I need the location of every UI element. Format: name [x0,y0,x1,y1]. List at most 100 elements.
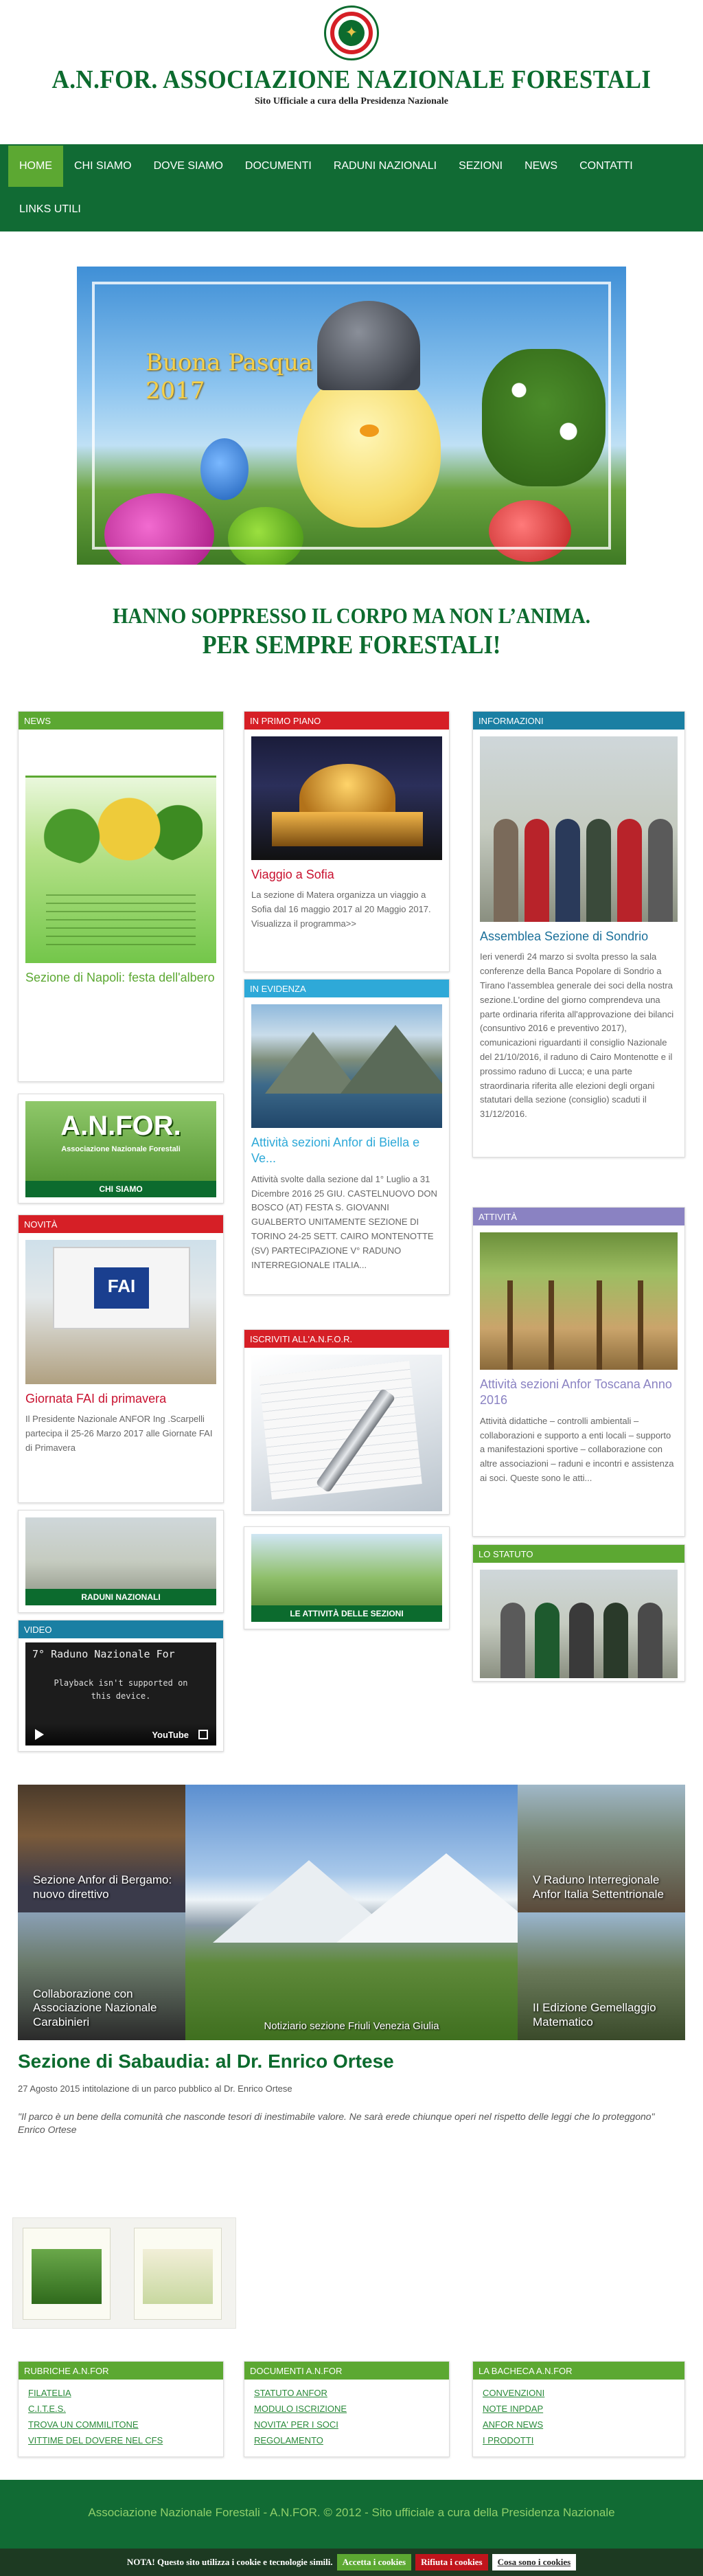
slogan: HANNO SOPPRESSO IL CORPO MA NON L’ANIMA.… [0,603,703,660]
chi-siamo-logo-sub: Associazione Nazionale Forestali [61,1145,181,1153]
nav-item-links-utili: LINKS UTILI [8,188,92,231]
slogan-line1: HANNO SOPPRESSO IL CORPO MA NON L’ANIMA. [113,603,590,628]
footer-link[interactable]: ANFOR NEWS [483,2419,543,2430]
video-message-line2: this device. [91,1691,151,1702]
footer-widget-rubriche: RUBRICHE A.N.FOR FILATELIA C.I.T.E.S. TR… [18,2361,224,2457]
widget-head-statuto: LO STATUTO [473,1545,684,1563]
primo-piano-image[interactable] [251,736,442,860]
nav-item-chi-siamo: CHI SIAMO [63,144,143,188]
gallery-thumb[interactable]: Collaborazione con Associazione Nazional… [18,1912,185,2040]
nav-item-home: HOME [8,144,63,188]
nav-link-contatti[interactable]: CONTATTI [568,146,644,187]
site-title[interactable]: A.N.FOR. ASSOCIAZIONE NAZIONALE FORESTAL… [28,65,675,95]
article-meta: 27 Agosto 2015 intitolazione di un parco… [18,2083,292,2094]
informazioni-title[interactable]: Assemblea Sezione di Sondrio [473,922,684,945]
news-image[interactable] [25,736,216,963]
novita-image[interactable]: FAI [25,1240,216,1384]
informazioni-image[interactable] [480,736,678,922]
attivita-image[interactable] [480,1232,678,1370]
news-title[interactable]: Sezione di Napoli: festa dell'albero [19,963,223,986]
gallery-thumb[interactable]: V Raduno Interregionale Anfor Italia Set… [518,1785,685,1912]
nav-link-news[interactable]: NEWS [514,146,568,187]
nav-link-sezioni[interactable]: SEZIONI [448,146,514,187]
widget-informazioni: INFORMAZIONI Assemblea Sezione di Sondri… [472,711,685,1157]
widget-head-attivita: ATTIVITÀ [473,1208,684,1225]
gallery-thumb-caption: II Edizione Gemellaggio Matematico [533,2001,656,2029]
gallery-main-slide[interactable]: Notiziario sezione Friuli Venezia Giulia [185,1785,556,2040]
footer-widget-head: RUBRICHE A.N.FOR [19,2362,223,2380]
nav-link-home[interactable]: HOME [8,145,63,187]
footer-link[interactable]: C.I.T.E.S. [28,2404,66,2414]
youtube-logo[interactable]: YouTube [152,1730,189,1740]
play-icon[interactable] [35,1729,44,1740]
footer-link[interactable]: TROVA UN COMMILITONE [28,2419,139,2430]
informazioni-text: Ieri venerdì 24 marzo si svolta presso l… [480,951,674,1120]
hero-banner[interactable]: Buona Pasqua 2017 [77,267,626,565]
widget-chi-siamo: A.N.FOR. Associazione Nazionale Forestal… [18,1094,224,1204]
widget-novita: NOVITÀ FAI Giornata FAI di primavera Il … [18,1214,224,1503]
nav-item-dove-siamo: DOVE SIAMO [143,144,234,188]
widget-statuto: LO STATUTO [472,1544,685,1682]
footer-widget-bacheca: LA BACHECA A.N.FOR CONVENZIONI NOTE INPD… [472,2361,685,2457]
chi-siamo-banner[interactable]: A.N.FOR. Associazione Nazionale Forestal… [25,1101,216,1197]
nav-link-chi-siamo[interactable]: CHI SIAMO [63,146,143,187]
footer-widget-documenti: DOCUMENTI A.N.FOR STATUTO ANFOR MODULO I… [244,2361,450,2457]
raduni-caption: RADUNI NAZIONALI [25,1589,216,1605]
video-title[interactable]: 7° Raduno Nazionale For [32,1648,175,1660]
fai-sign: FAI [94,1267,149,1309]
footer-link[interactable]: MODULO ISCRIZIONE [254,2404,347,2414]
nav-item-contatti: CONTATTI [568,144,644,188]
chi-siamo-logo-text: A.N.FOR. [60,1111,181,1141]
footer-link[interactable]: NOTE INPDAP [483,2404,543,2414]
evidenza-title[interactable]: Attività sezioni Anfor di Biella e Ve... [244,1128,449,1167]
anfor-logo-icon[interactable]: ✦ [324,5,379,60]
statuto-image[interactable] [480,1570,678,1678]
flyer-thumbnail[interactable] [134,2228,222,2320]
footer-link[interactable]: NOVITA' PER I SOCI [254,2419,338,2430]
video-player[interactable]: 7° Raduno Nazionale For Playback isn't s… [25,1642,216,1745]
nav-link-documenti[interactable]: DOCUMENTI [234,146,323,187]
flyer-thumbnail[interactable] [23,2228,111,2320]
gallery-thumb[interactable]: II Edizione Gemellaggio Matematico [518,1912,685,2040]
attivita-title[interactable]: Attività sezioni Anfor Toscana Anno 2016 [473,1370,684,1409]
nav-item-sezioni: SEZIONI [448,144,514,188]
primo-piano-title[interactable]: Viaggio a Sofia [244,860,449,883]
evidenza-image[interactable] [251,1004,442,1128]
footer-copyright: Associazione Nazionale Forestali - A.N.F… [88,2506,615,2519]
cookie-bar: NOTA! Questo sito utilizza i cookie e te… [0,2549,703,2576]
accept-cookies-button[interactable]: Accetta i cookies [336,2554,412,2571]
video-message: Playback isn't supported on this device. [25,1677,216,1703]
nav-link-raduni-nazionali[interactable]: RADUNI NAZIONALI [323,146,448,187]
footer-link[interactable]: VITTIME DEL DOVERE NEL CFS [28,2435,163,2445]
site-header: ✦ A.N.FOR. ASSOCIAZIONE NAZIONALE FOREST… [0,0,703,144]
footer-link[interactable]: FILATELIA [28,2388,71,2398]
footer-link[interactable]: REGOLAMENTO [254,2435,323,2445]
widget-iscriviti: ISCRIVITI ALL'A.N.F.O.R. [244,1329,450,1515]
widget-head-news: NEWS [19,712,223,730]
article-title[interactable]: Sezione di Sabaudia: al Dr. Enrico Ortes… [18,2050,685,2072]
iscriviti-image[interactable] [251,1355,442,1511]
footer-link[interactable]: STATUTO ANFOR [254,2388,327,2398]
widget-raduni: RADUNI NAZIONALI [18,1510,224,1613]
main-nav: HOME CHI SIAMO DOVE SIAMO DOCUMENTI RADU… [0,144,703,231]
novita-title[interactable]: Giornata FAI di primavera [19,1384,223,1407]
reject-cookies-button[interactable]: Rifiuta i cookies [415,2554,488,2571]
footer-link[interactable]: I PRODOTTI [483,2435,533,2445]
cookie-info-link[interactable]: Cosa sono i cookies [492,2554,577,2571]
widget-video: VIDEO 7° Raduno Nazionale For Playback i… [18,1620,224,1752]
raduni-banner[interactable]: RADUNI NAZIONALI [25,1517,216,1605]
gallery-thumb[interactable]: Sezione Anfor di Bergamo: nuovo direttiv… [18,1785,185,1912]
widget-attivita-sezioni: LE ATTIVITÀ DELLE SEZIONI [244,1526,450,1629]
hero-caption-line2: 2017 [146,376,205,405]
nav-link-links-utili[interactable]: LINKS UTILI [8,189,92,230]
attivita-sezioni-banner[interactable]: LE ATTIVITÀ DELLE SEZIONI [251,1534,442,1622]
fullscreen-icon[interactable] [198,1730,208,1739]
widget-head-iscriviti: ISCRIVITI ALL'A.N.F.O.R. [244,1330,449,1348]
chi-siamo-caption: CHI SIAMO [25,1181,216,1197]
attivita-sezioni-caption: LE ATTIVITÀ DELLE SEZIONI [251,1605,442,1622]
featured-article: Sezione di Sabaudia: al Dr. Enrico Ortes… [18,2050,685,2135]
footer-widget-head: LA BACHECA A.N.FOR [473,2362,684,2380]
footer-link[interactable]: CONVENZIONI [483,2388,544,2398]
nav-link-dove-siamo[interactable]: DOVE SIAMO [143,146,234,187]
widget-head-novita: NOVITÀ [19,1215,223,1233]
